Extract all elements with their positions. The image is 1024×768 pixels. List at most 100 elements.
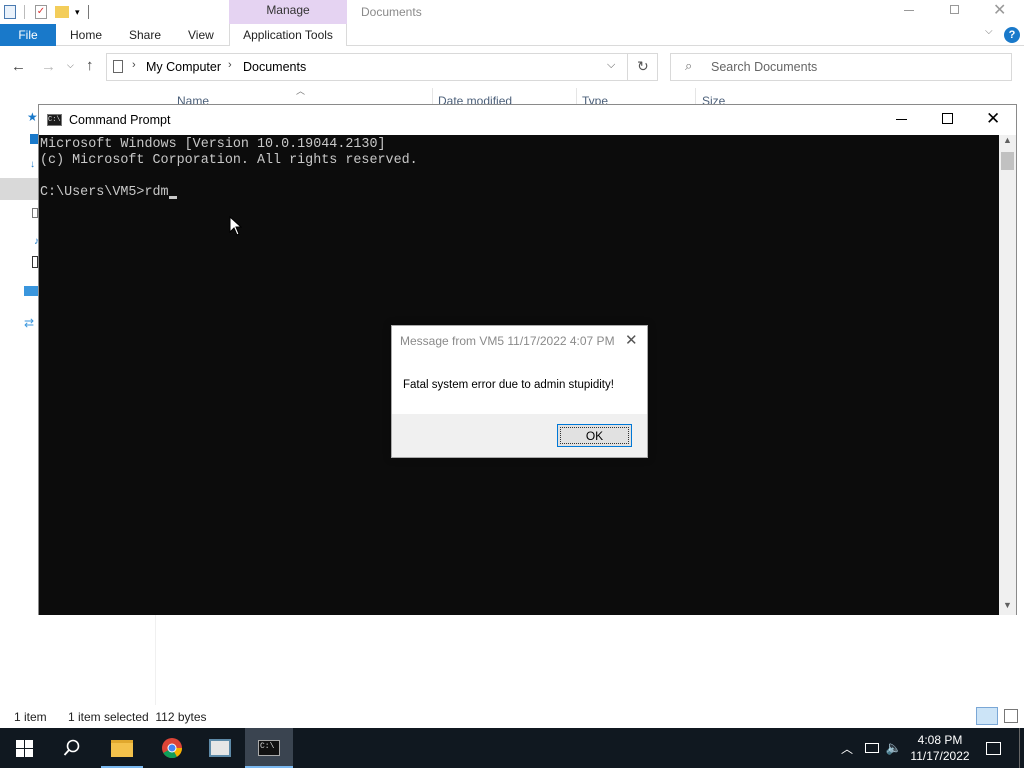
cmd-title: Command Prompt (69, 113, 171, 127)
explorer-window-controls: ✕ (896, 0, 1024, 22)
volume-icon[interactable]: 🔈 (884, 728, 904, 768)
refresh-icon[interactable]: ↻ (637, 58, 649, 75)
taskbar-chrome[interactable] (148, 728, 196, 768)
search-box[interactable]: ⌕ Search Documents (670, 53, 1012, 81)
console-line: Microsoft Windows [Version 10.0.19044.21… (40, 137, 386, 152)
address-bar[interactable]: › My Computer › Documents ⌵ ↻ (106, 53, 658, 81)
nav-item-documents-selected[interactable] (0, 178, 38, 200)
breadcrumb-chevron-icon[interactable]: › (132, 59, 136, 71)
message-dialog: Message from VM5 11/17/2022 4:07 PM ✕ Fa… (391, 325, 648, 458)
clock-date: 11/17/2022 (910, 749, 970, 763)
clock-time: 4:08 PM (917, 733, 963, 747)
search-button[interactable] (48, 728, 96, 768)
back-arrow-icon[interactable]: ← (11, 58, 26, 75)
close-icon[interactable]: ✕ (986, 109, 1000, 129)
qat-dropdown-icon[interactable]: ▾ (75, 7, 80, 18)
taskbar-command-prompt[interactable]: C:\ (245, 728, 293, 768)
recent-locations-icon[interactable]: ⌵ (67, 60, 74, 71)
pane-divider (155, 615, 156, 705)
quick-access-icon[interactable]: ★ (27, 110, 38, 124)
separator (24, 5, 25, 19)
breadcrumb-documents[interactable]: Documents (243, 60, 306, 74)
chrome-icon (162, 738, 183, 759)
show-hidden-icons[interactable]: ︿ (838, 728, 856, 768)
dialog-message: Fatal system error due to admin stupidit… (403, 379, 614, 391)
tab-share[interactable]: Share (129, 24, 161, 46)
manage-label[interactable]: Manage (229, 3, 347, 17)
dialog-titlebar[interactable]: Message from VM5 11/17/2022 4:07 PM ✕ (392, 326, 647, 356)
cmd-app-icon: C:\ (47, 114, 62, 126)
this-pc-icon[interactable] (24, 286, 38, 296)
notification-glyph (985, 741, 1001, 755)
clock[interactable]: 4:08 PM 11/17/2022 (906, 728, 974, 768)
text-cursor (168, 196, 177, 199)
console-line: (c) Microsoft Corporation. All rights re… (40, 153, 418, 168)
ribbon-expand-icon[interactable]: ⌵ (985, 26, 993, 37)
network-glyph (865, 743, 879, 753)
scroll-up-icon[interactable]: ▲ (1003, 135, 1012, 145)
details-view-icon[interactable] (976, 707, 998, 725)
downloads-icon[interactable]: ↓ (30, 159, 35, 170)
console-input-line: C:\Users\VM5>rdm (40, 185, 999, 201)
divider (695, 88, 696, 104)
dialog-body: Fatal system error due to admin stupidit… (392, 356, 647, 414)
breadcrumb-chevron-icon[interactable]: › (228, 59, 232, 71)
status-bar: 1 item 1 item selected 112 bytes (0, 706, 1024, 728)
close-icon[interactable]: ✕ (625, 331, 638, 349)
ok-button[interactable]: OK (557, 424, 632, 447)
navigation-pane: ★ ↓ ♪ ⇄ (0, 104, 39, 704)
show-desktop-button[interactable] (1019, 728, 1020, 768)
up-arrow-icon[interactable]: ↑ (86, 57, 94, 74)
search-icon: ⌕ (685, 58, 693, 73)
close-icon[interactable]: ✕ (993, 0, 1006, 20)
maximize-icon[interactable] (942, 113, 953, 124)
search-icon (63, 739, 80, 756)
tab-view[interactable]: View (188, 24, 214, 46)
folder-icon (111, 739, 133, 757)
large-icons-view-icon[interactable] (1004, 709, 1018, 723)
help-icon[interactable]: ? (1004, 27, 1020, 43)
divider (432, 88, 433, 104)
window-app-icon (209, 739, 231, 757)
window-title: Documents (361, 5, 422, 19)
divider (576, 88, 577, 104)
start-button[interactable] (0, 728, 48, 768)
taskbar: C:\ ︿ 🔈 4:08 PM 11/17/2022 (0, 728, 1024, 768)
dialog-title: Message from VM5 11/17/2022 4:07 PM (400, 334, 615, 348)
tab-file[interactable]: File (0, 24, 56, 46)
restore-icon[interactable] (950, 5, 959, 14)
minimize-icon[interactable] (896, 119, 907, 120)
item-count: 1 item (14, 710, 47, 724)
windows-logo-icon (15, 739, 33, 757)
network-icon[interactable] (862, 728, 882, 768)
new-folder-icon[interactable] (55, 6, 69, 18)
action-center-icon[interactable] (978, 728, 1008, 768)
tab-home[interactable]: Home (70, 24, 102, 46)
sort-ascending-icon: ︿ (296, 86, 306, 96)
separator (87, 5, 89, 19)
search-placeholder: Search Documents (711, 60, 818, 74)
properties-icon[interactable] (4, 5, 16, 19)
divider (627, 54, 628, 80)
quick-access-toolbar: ✓ ▾ (2, 0, 89, 24)
address-dropdown-icon[interactable]: ⌵ (607, 59, 615, 72)
vertical-scrollbar[interactable]: ▲ ▼ (999, 135, 1016, 615)
taskbar-file-explorer[interactable] (98, 728, 146, 768)
selection-info: 1 item selected 112 bytes (68, 710, 207, 724)
cmd-titlebar[interactable]: C:\ Command Prompt ✕ (39, 105, 1016, 135)
minimize-icon[interactable] (904, 10, 914, 11)
breadcrumb-my-computer[interactable]: My Computer (146, 60, 221, 74)
scroll-thumb[interactable] (1001, 152, 1014, 170)
document-icon (113, 60, 123, 73)
column-headers: Name ︿ Date modified Type Size (155, 86, 1024, 108)
network-icon[interactable]: ⇄ (24, 316, 34, 330)
scroll-down-icon[interactable]: ▼ (1003, 600, 1012, 610)
console-prompt: C:\Users\VM5>rdm (40, 185, 169, 200)
mouse-pointer-icon (229, 216, 243, 236)
taskbar-app[interactable] (196, 728, 244, 768)
forward-arrow-icon[interactable]: → (41, 58, 56, 75)
tab-application-tools[interactable]: Application Tools (229, 24, 347, 46)
desktop-icon[interactable] (30, 134, 38, 144)
checkmark-icon[interactable]: ✓ (35, 5, 47, 19)
